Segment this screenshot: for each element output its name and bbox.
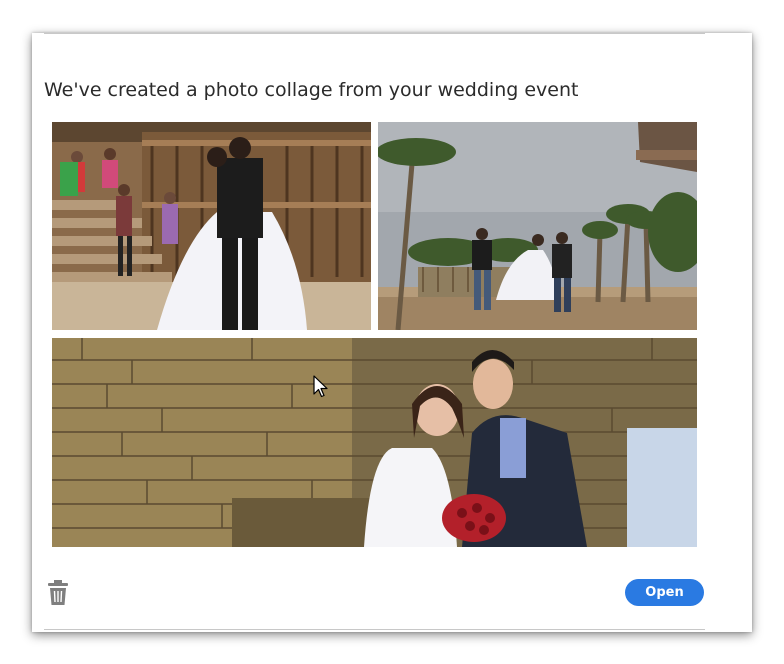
top-divider xyxy=(44,33,705,34)
collage-card: We've created a photo collage from your … xyxy=(32,33,752,632)
bottom-divider xyxy=(44,629,705,630)
open-button[interactable]: Open xyxy=(625,579,704,606)
mouse-cursor-icon xyxy=(313,375,329,399)
collage-photo-couple-hug[interactable] xyxy=(52,122,371,330)
trash-icon[interactable] xyxy=(47,580,69,606)
collage-photo-palm-trees[interactable] xyxy=(378,122,697,330)
collage-title: We've created a photo collage from your … xyxy=(44,79,579,101)
collage-photo-couple-portrait[interactable] xyxy=(52,338,697,547)
